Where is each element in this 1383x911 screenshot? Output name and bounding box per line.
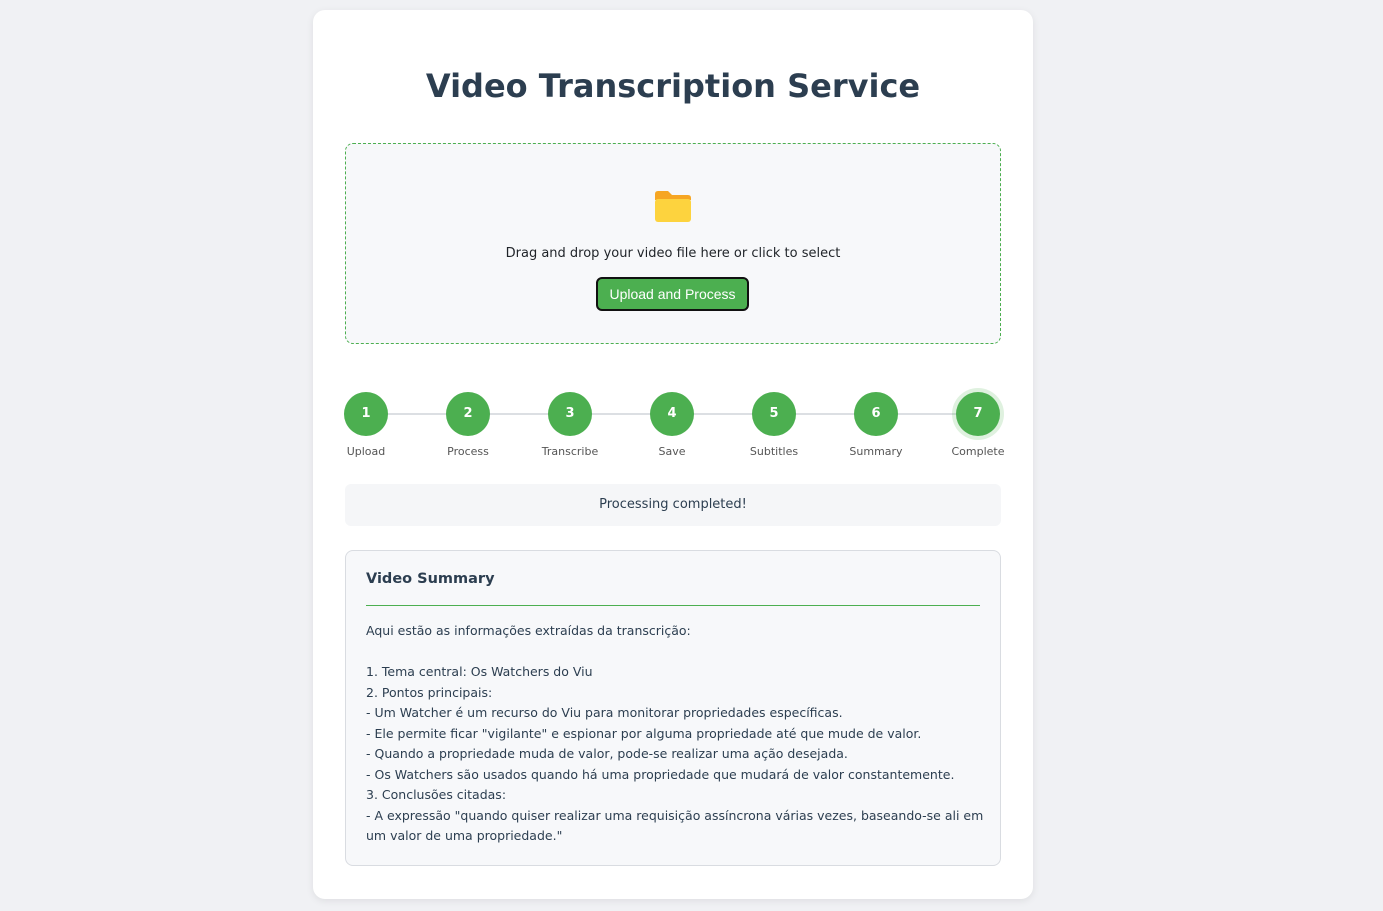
step-subtitles: 5 Subtitles [734, 392, 814, 458]
step-transcribe: 3 Transcribe [530, 392, 610, 458]
status-message: Processing completed! [345, 484, 1001, 526]
progress-steps: 1 Upload 2 Process 3 Transcribe 4 Save 5… [313, 392, 1033, 462]
page-title: Video Transcription Service [425, 67, 921, 105]
main-card: Video Transcription Service Drag and dro… [313, 10, 1033, 899]
step-number: 5 [752, 392, 796, 436]
step-number: 1 [344, 392, 388, 436]
step-label: Save [658, 445, 686, 458]
dropzone-instructions: Drag and drop your video file here or cl… [505, 246, 841, 261]
step-summary: 6 Summary [836, 392, 916, 458]
step-label: Summary [849, 445, 903, 458]
step-number: 2 [446, 392, 490, 436]
summary-divider [366, 605, 980, 606]
step-label: Process [447, 445, 489, 458]
folder-icon [655, 191, 691, 222]
step-number: 6 [854, 392, 898, 436]
step-process: 2 Process [428, 392, 508, 458]
step-number: 3 [548, 392, 592, 436]
step-label: Complete [951, 445, 1005, 458]
step-label: Upload [346, 445, 386, 458]
step-complete: 7 Complete [938, 392, 1018, 458]
video-summary-panel: Video Summary Aqui estão as informações … [345, 550, 1001, 866]
step-upload: 1 Upload [326, 392, 406, 458]
step-number: 4 [650, 392, 694, 436]
upload-and-process-button[interactable]: Upload and Process [596, 277, 749, 311]
step-save: 4 Save [632, 392, 712, 458]
step-label: Transcribe [541, 445, 599, 458]
summary-text: Aqui estão as informações extraídas da t… [366, 623, 984, 843]
summary-title: Video Summary [366, 571, 495, 587]
step-number: 7 [956, 392, 1000, 436]
video-dropzone[interactable]: Drag and drop your video file here or cl… [345, 143, 1001, 344]
step-label: Subtitles [749, 445, 799, 458]
